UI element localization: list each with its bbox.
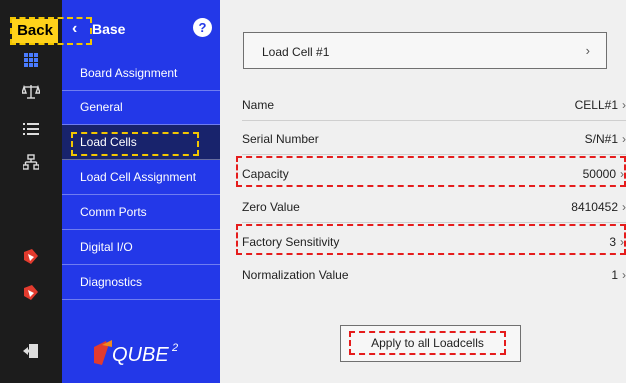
- load-cell-selector[interactable]: Load Cell #1 ›: [243, 32, 607, 69]
- main-panel: Load Cell #1 › Name CELL#1 › Serial Numbe…: [220, 0, 626, 383]
- nav-item-comm-ports[interactable]: Comm Ports: [62, 195, 220, 230]
- field-value: 8410452: [571, 200, 618, 214]
- chevron-left-icon[interactable]: ‹: [72, 20, 77, 38]
- apply-to-all-button[interactable]: Apply to all Loadcells: [340, 325, 521, 362]
- field-row-zero-value[interactable]: Zero Value 8410452 ›: [242, 189, 626, 223]
- nav-item-general[interactable]: General: [62, 90, 220, 125]
- logo-sup: 2: [171, 342, 178, 354]
- chevron-right-icon: ›: [622, 200, 626, 214]
- nav-item-digital-io[interactable]: Digital I/O: [62, 230, 220, 265]
- grid-icon[interactable]: [0, 52, 62, 73]
- logo-text: QUBE: [112, 344, 169, 366]
- help-icon[interactable]: ?: [193, 18, 212, 37]
- tag-icon[interactable]: [0, 248, 62, 271]
- field-label: Normalization Value: [242, 268, 349, 282]
- nav-item-load-cell-assignment[interactable]: Load Cell Assignment: [62, 160, 220, 195]
- field-value: 1: [611, 268, 618, 282]
- field-row-factory-sensitivity[interactable]: Factory Sensitivity 3 ›: [236, 224, 626, 255]
- chevron-right-icon: ›: [622, 98, 626, 112]
- field-label: Capacity: [242, 167, 289, 181]
- field-row-capacity[interactable]: Capacity 50000 ›: [236, 156, 626, 187]
- field-row-normalization-value[interactable]: Normalization Value 1 ›: [242, 257, 626, 291]
- nav-item-diagnostics[interactable]: Diagnostics: [62, 265, 220, 300]
- field-label: Zero Value: [242, 200, 300, 214]
- chevron-right-icon: ›: [620, 235, 624, 249]
- list-icon[interactable]: [0, 122, 62, 141]
- field-value: 50000: [582, 167, 616, 181]
- field-row-name[interactable]: Name CELL#1 ›: [242, 87, 626, 121]
- selector-label: Load Cell #1: [262, 45, 330, 59]
- field-value: 3: [609, 235, 616, 249]
- logout-icon[interactable]: [0, 342, 62, 365]
- icon-rail: Back: [0, 0, 62, 383]
- load-cells-highlight: [71, 132, 199, 156]
- tag-icon[interactable]: [0, 284, 62, 307]
- chevron-right-icon: ›: [620, 167, 624, 181]
- nav-item-board-assignment[interactable]: Board Assignment: [62, 56, 220, 91]
- network-icon[interactable]: [0, 154, 62, 175]
- chevron-right-icon: ›: [585, 43, 590, 58]
- nav-title: Base: [92, 21, 126, 37]
- chevron-right-icon: ›: [622, 132, 626, 146]
- settings-nav: ‹ Base ? Board Assignment General Load C…: [62, 0, 220, 383]
- field-label: Serial Number: [242, 132, 319, 146]
- chevron-right-icon: ›: [622, 268, 626, 282]
- nav-header: ‹ Base ?: [62, 18, 220, 46]
- field-value: S/N#1: [584, 132, 618, 146]
- scale-icon[interactable]: [0, 84, 62, 105]
- apply-button-label: Apply to all Loadcells: [349, 331, 506, 355]
- back-label[interactable]: Back: [12, 19, 58, 43]
- field-label: Name: [242, 98, 275, 112]
- field-row-serial-number[interactable]: Serial Number S/N#1 ›: [242, 121, 626, 155]
- field-value: CELL#1: [574, 98, 618, 112]
- qube-logo: QUBE 2: [90, 337, 210, 367]
- field-label: Factory Sensitivity: [242, 235, 340, 249]
